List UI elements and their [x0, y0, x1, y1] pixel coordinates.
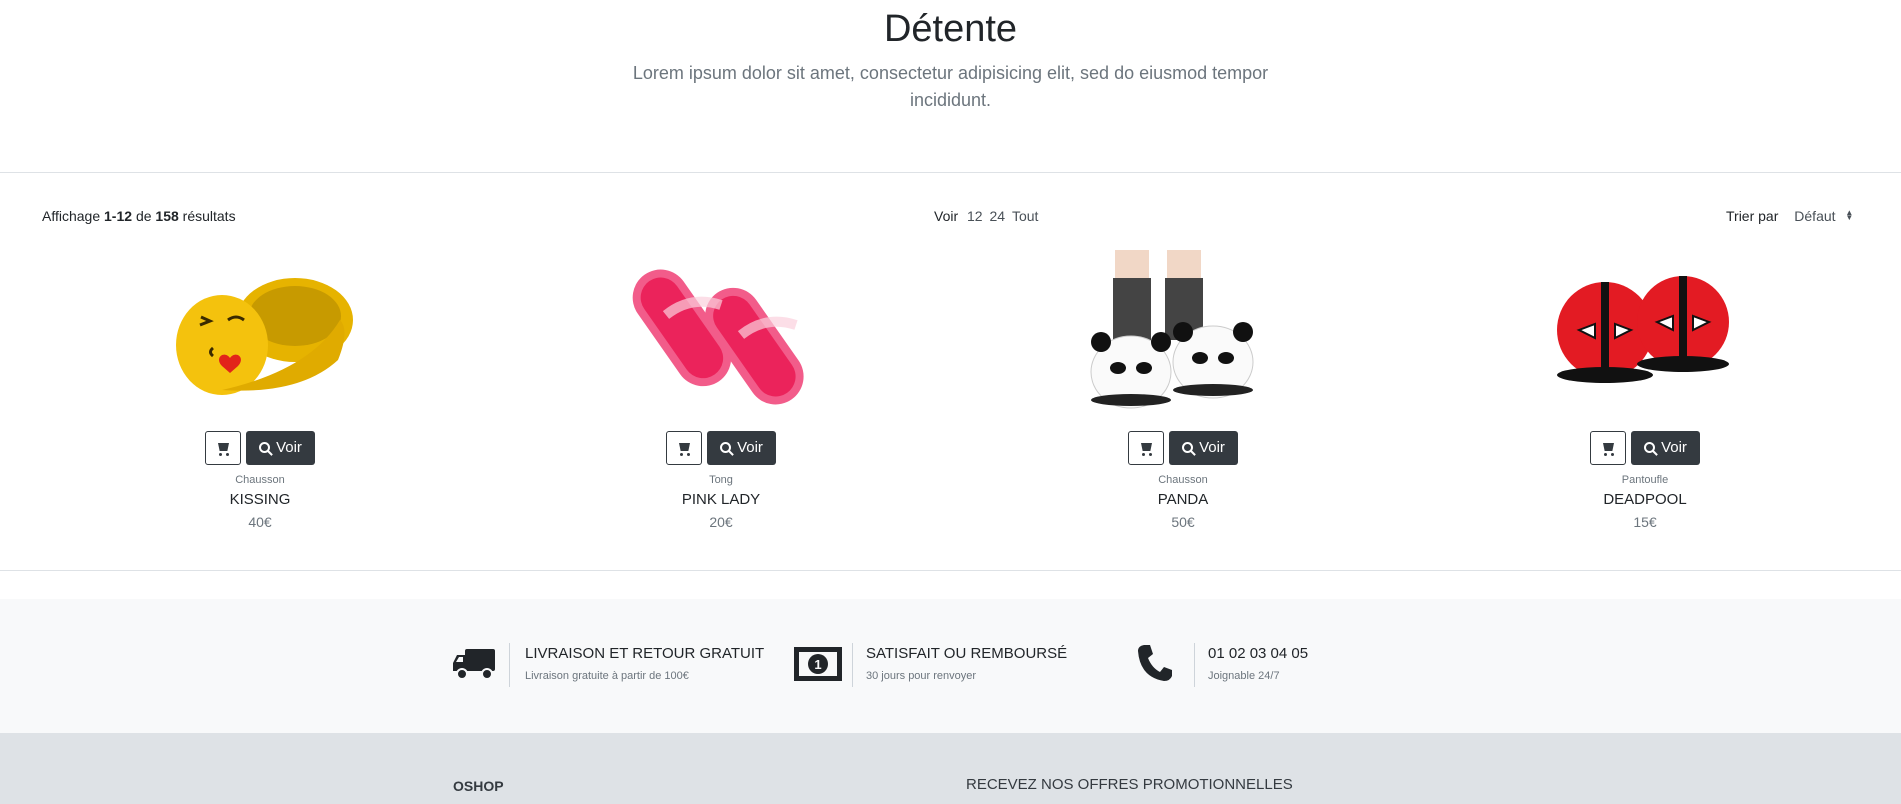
section-divider [0, 570, 1901, 571]
view-product-button[interactable]: Voir [707, 431, 776, 465]
product-image-deadpool-slippers[interactable] [1495, 250, 1795, 420]
product-card: Voir Chausson KISSING 40€ [110, 250, 410, 530]
product-category: Chausson [1158, 474, 1208, 486]
listing-toolbar: Affichage 1-12 de 158 résultats Voir 12 … [0, 208, 1901, 228]
money-icon: 1 [794, 647, 842, 681]
per-page-option-24[interactable]: 24 [989, 208, 1005, 224]
search-icon [1182, 442, 1194, 453]
search-icon [720, 442, 732, 453]
footer-brand: OSHOP [453, 778, 504, 794]
product-image-panda-slippers[interactable] [1033, 250, 1333, 420]
phone-icon [1138, 645, 1172, 681]
feature-subtitle: Joignable 24/7 [1208, 670, 1280, 682]
feature-subtitle: 30 jours pour renvoyer [866, 670, 977, 682]
product-price: 20€ [709, 514, 733, 530]
feature-subtitle: Livraison gratuite à partir de 100€ [525, 670, 689, 682]
add-to-cart-button[interactable] [666, 431, 702, 465]
add-to-cart-button[interactable] [1590, 431, 1626, 465]
add-to-cart-button[interactable] [205, 431, 241, 465]
product-card: Voir Chausson PANDA 50€ [1033, 250, 1333, 530]
product-name[interactable]: DEADPOOL [1495, 491, 1795, 508]
product-card: Voir Tong PINK LADY 20€ [571, 250, 871, 530]
truck-icon [453, 649, 495, 680]
reassurance-bar: LIVRAISON ET RETOUR GRATUIT Livraison gr… [0, 599, 1901, 733]
product-name[interactable]: PINK LADY [571, 491, 871, 508]
product-category: Tong [709, 474, 733, 486]
feature-title: LIVRAISON ET RETOUR GRATUIT [525, 645, 765, 662]
feature-title: SATISFAIT OU REMBOURSÉ [866, 645, 1068, 662]
sort-label: Trier par [1726, 208, 1779, 224]
results-count: Affichage 1-12 de 158 résultats [42, 208, 236, 224]
view-product-button[interactable]: Voir [1169, 431, 1238, 465]
cart-icon [218, 443, 229, 451]
product-image-emoji-slipper[interactable] [110, 250, 410, 420]
cart-icon [1603, 443, 1614, 451]
page-subtitle: Lorem ipsum dolor sit amet, consectetur … [632, 63, 1269, 110]
product-price: 15€ [1633, 514, 1657, 530]
product-category: Chausson [235, 474, 285, 486]
page-title: Détente [883, 8, 1018, 50]
product-name[interactable]: PANDA [1033, 491, 1333, 508]
svg-text:1: 1 [814, 657, 821, 672]
product-price: 50€ [1171, 514, 1195, 530]
view-product-button[interactable]: Voir [1631, 431, 1700, 465]
product-price: 40€ [248, 514, 272, 530]
product-image-pink-sandals[interactable] [571, 250, 871, 420]
product-card: Voir Pantoufle DEADPOOL 15€ [1495, 250, 1795, 530]
view-product-button[interactable]: Voir [246, 431, 315, 465]
product-name[interactable]: KISSING [110, 491, 410, 508]
per-page-selector: Voir 12 24 Tout [934, 208, 1038, 224]
newsletter-heading: RECEVEZ NOS OFFRES PROMOTIONNELLES [966, 776, 1293, 793]
per-page-option-12[interactable]: 12 [967, 208, 983, 224]
category-header: Détente Lorem ipsum dolor sit amet, cons… [0, 0, 1901, 173]
cart-icon [679, 443, 690, 451]
per-page-option-all[interactable]: Tout [1012, 208, 1038, 224]
add-to-cart-button[interactable] [1128, 431, 1164, 465]
cart-icon [1141, 443, 1152, 451]
sort-select[interactable]: Défaut ▲ ▼ [1794, 208, 1853, 224]
sort-control: Trier par Défaut ▲ ▼ [1726, 208, 1853, 224]
sort-arrows-icon: ▲ ▼ [1845, 208, 1854, 223]
per-page-label: Voir [934, 208, 959, 224]
site-footer: OSHOP RECEVEZ NOS OFFRES PROMOTIONNELLES [0, 733, 1901, 804]
phone-number[interactable]: 01 02 03 04 05 [1208, 645, 1308, 662]
search-icon [1644, 442, 1656, 453]
search-icon [259, 442, 271, 453]
product-category: Pantoufle [1621, 474, 1669, 486]
